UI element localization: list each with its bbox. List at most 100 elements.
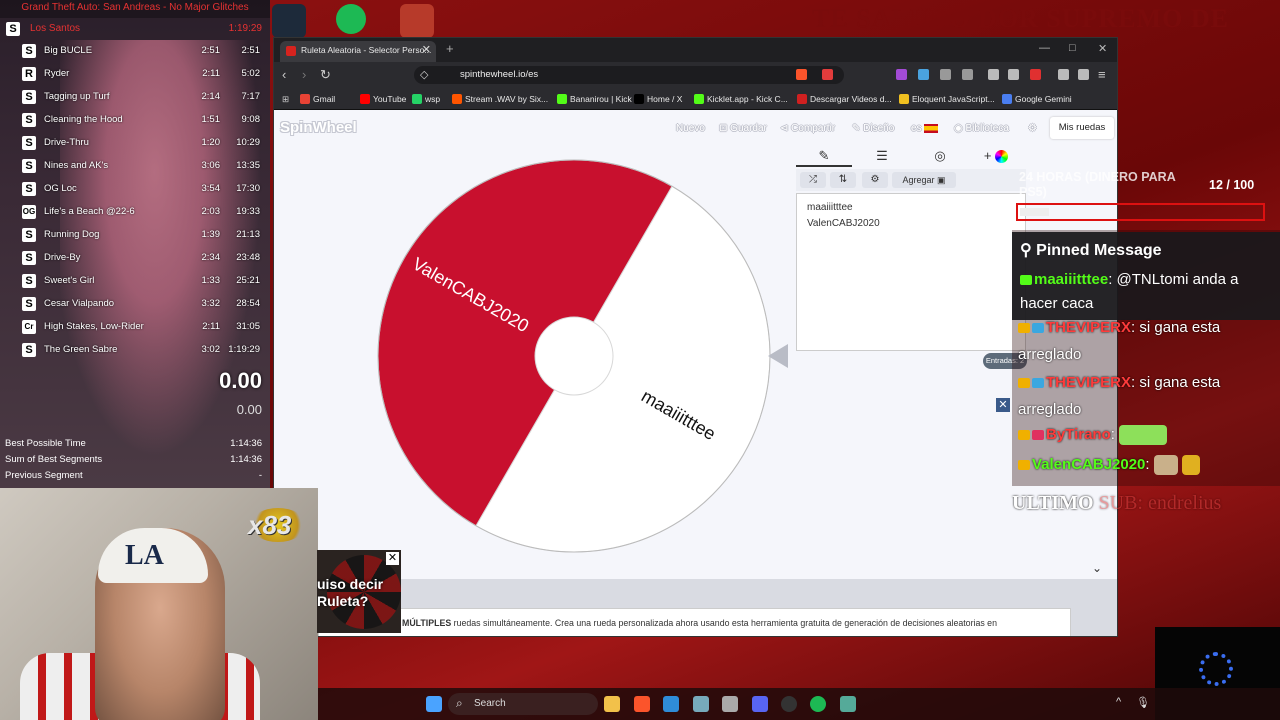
taskbar-search[interactable]: ⌕ Search [448,693,598,715]
user-badge-icon [1020,275,1032,286]
add-image-button[interactable]: Agregar ▣ [892,172,956,188]
brave-shield-icon[interactable] [796,69,807,80]
crown-badge-icon [1018,460,1030,471]
close-tab-icon[interactable]: ✕ [422,43,431,56]
chevron-up-icon[interactable]: ^ [1116,696,1126,712]
app-icon[interactable] [693,696,709,712]
goal-counter: 12 / 100 [1209,178,1254,192]
bookmark-item[interactable]: Google Gemini [1002,93,1072,105]
split-total-time: 31:05 [236,321,260,332]
chevron-down-icon[interactable]: ⌄ [1092,561,1102,575]
back-icon[interactable]: ‹ [282,67,286,82]
windows-start-icon[interactable] [426,696,442,712]
bookmark-item[interactable]: Gmail [300,93,335,105]
split-icon: S [22,251,36,265]
file-explorer-icon[interactable] [604,696,620,712]
nav-guardar[interactable]: ⊡ Guardar [719,123,767,134]
split-total-time: 7:17 [241,91,261,102]
app-icon[interactable] [400,4,434,38]
bookmark-label: Google Gemini [1015,94,1072,104]
search-placeholder: Search [474,698,506,709]
site-logo[interactable]: SpinWheel [280,119,357,136]
wallet-icon[interactable] [1030,69,1041,80]
spotify-icon[interactable] [810,696,826,712]
bookmark-item[interactable]: Bananirou | Kick [557,93,632,105]
tab-add-color-icon[interactable]: + [968,145,1024,167]
music-icon[interactable] [988,69,999,80]
close-icon[interactable]: ✕ [386,552,399,565]
split-total-time: 17:30 [236,183,260,194]
bookmark-item[interactable]: Descargar Videos d... [797,93,892,105]
bookmark-label: Bananirou | Kick [570,94,632,104]
split-row: S The Green Sabre 3:02 1:19:29 [0,340,270,362]
mis-ruedas-button[interactable]: Mis ruedas [1050,117,1114,139]
tab-edit-icon[interactable]: ✎ [796,145,852,167]
brave-icon[interactable] [634,696,650,712]
settings-icon[interactable]: ⚙ [862,172,888,188]
settings-icon[interactable] [722,696,738,712]
bookmark-item[interactable]: YouTube [360,93,406,105]
crown-badge-icon [1018,430,1030,441]
new-tab-button[interactable]: + [446,41,454,56]
spotify-icon[interactable] [336,4,366,34]
minimize-icon[interactable]: — [1039,42,1050,54]
livesplit-panel: Grand Theft Auto: San Andreas - No Major… [0,0,270,488]
split-icon: S [22,136,36,150]
close-window-icon[interactable]: ✕ [1098,42,1107,55]
url-bar[interactable]: ◇ spinthewheel.io/es [414,66,844,84]
category-time: 1:19:29 [228,23,262,34]
bookmark-item[interactable]: wsp [412,93,440,105]
bookmark-item[interactable]: Home / X [634,93,682,105]
vscode-icon[interactable] [663,696,679,712]
tab-results-icon[interactable]: ☰ [854,145,910,167]
stat-label: Previous Segment [5,470,83,481]
reload-icon[interactable]: ↻ [320,67,331,83]
settings-gear-icon[interactable]: ⚙ [1028,123,1037,134]
extension-icon[interactable] [896,69,907,80]
tab-hide-icon[interactable]: ◎ [912,145,968,167]
nav-nuevo[interactable]: Nuevo [676,123,705,134]
sidebar-icon[interactable] [1008,69,1019,80]
discord-icon[interactable] [752,696,768,712]
wheel-center-hub[interactable] [534,316,614,396]
close-ad-icon[interactable]: ✕ [996,398,1010,412]
sort-icon[interactable]: ⇅ [830,172,856,188]
menu-icon[interactable]: ≡ [1098,67,1106,82]
brave-rewards-icon[interactable] [822,69,833,80]
nav-diseno[interactable]: ✎ Diseño [852,123,894,134]
bookmark-item[interactable]: Kicklet.app - Kick C... [694,93,788,105]
forward-icon[interactable]: › [302,67,306,82]
screenshot-icon[interactable] [962,69,973,80]
split-segment-time: 1:39 [201,229,221,240]
obs-icon[interactable] [781,696,797,712]
gift-badge-icon [1032,430,1044,441]
puzzle-icon[interactable] [940,69,951,80]
nav-biblioteca[interactable]: ◉ Biblioteca [954,123,1009,134]
bookmark-icon[interactable]: ◇ [420,68,428,81]
spin-wheel[interactable]: maaiiittteeValenCABJ2020 [374,156,774,556]
maximize-icon[interactable]: □ [1069,42,1076,54]
stat-row: Best Possible Time 1:14:36 [0,436,270,452]
split-total-time: 9:08 [241,114,261,125]
bookmark-item[interactable]: Stream .WAV by Six... [452,93,548,105]
emote-icon [1119,425,1168,446]
entries-textarea[interactable]: maaiiitttee ValenCABJ2020 [796,193,1026,351]
app-icon[interactable] [840,696,856,712]
bookmark-label: Gmail [313,94,336,104]
roulette-ad[interactable]: uiso decir Ruleta? ✕ [317,550,401,633]
split-total-time: 23:48 [236,252,260,263]
nav-compartir[interactable]: ⊲ Compartir [780,123,835,134]
split-icon: S [22,297,36,311]
leo-icon[interactable] [1058,69,1069,80]
category-row: S Los Santos 1:19:29 [0,20,270,40]
app-icon[interactable] [272,4,306,38]
vpn-icon[interactable] [1078,69,1089,80]
pray-emote-icon [1181,455,1200,476]
shuffle-icon[interactable]: ⤮ [800,172,826,188]
browser-tab[interactable]: Ruleta Aleatoria - Selector Perso... ✕ [280,41,436,62]
language-selector[interactable]: es [911,123,939,134]
bookmark-item[interactable]: Eloquent JavaScript... [899,93,995,105]
extension-icon[interactable] [918,69,929,80]
apps-grid-icon[interactable]: ⊞ [282,93,289,105]
microphone-icon[interactable]: 🎙 [1136,696,1150,712]
